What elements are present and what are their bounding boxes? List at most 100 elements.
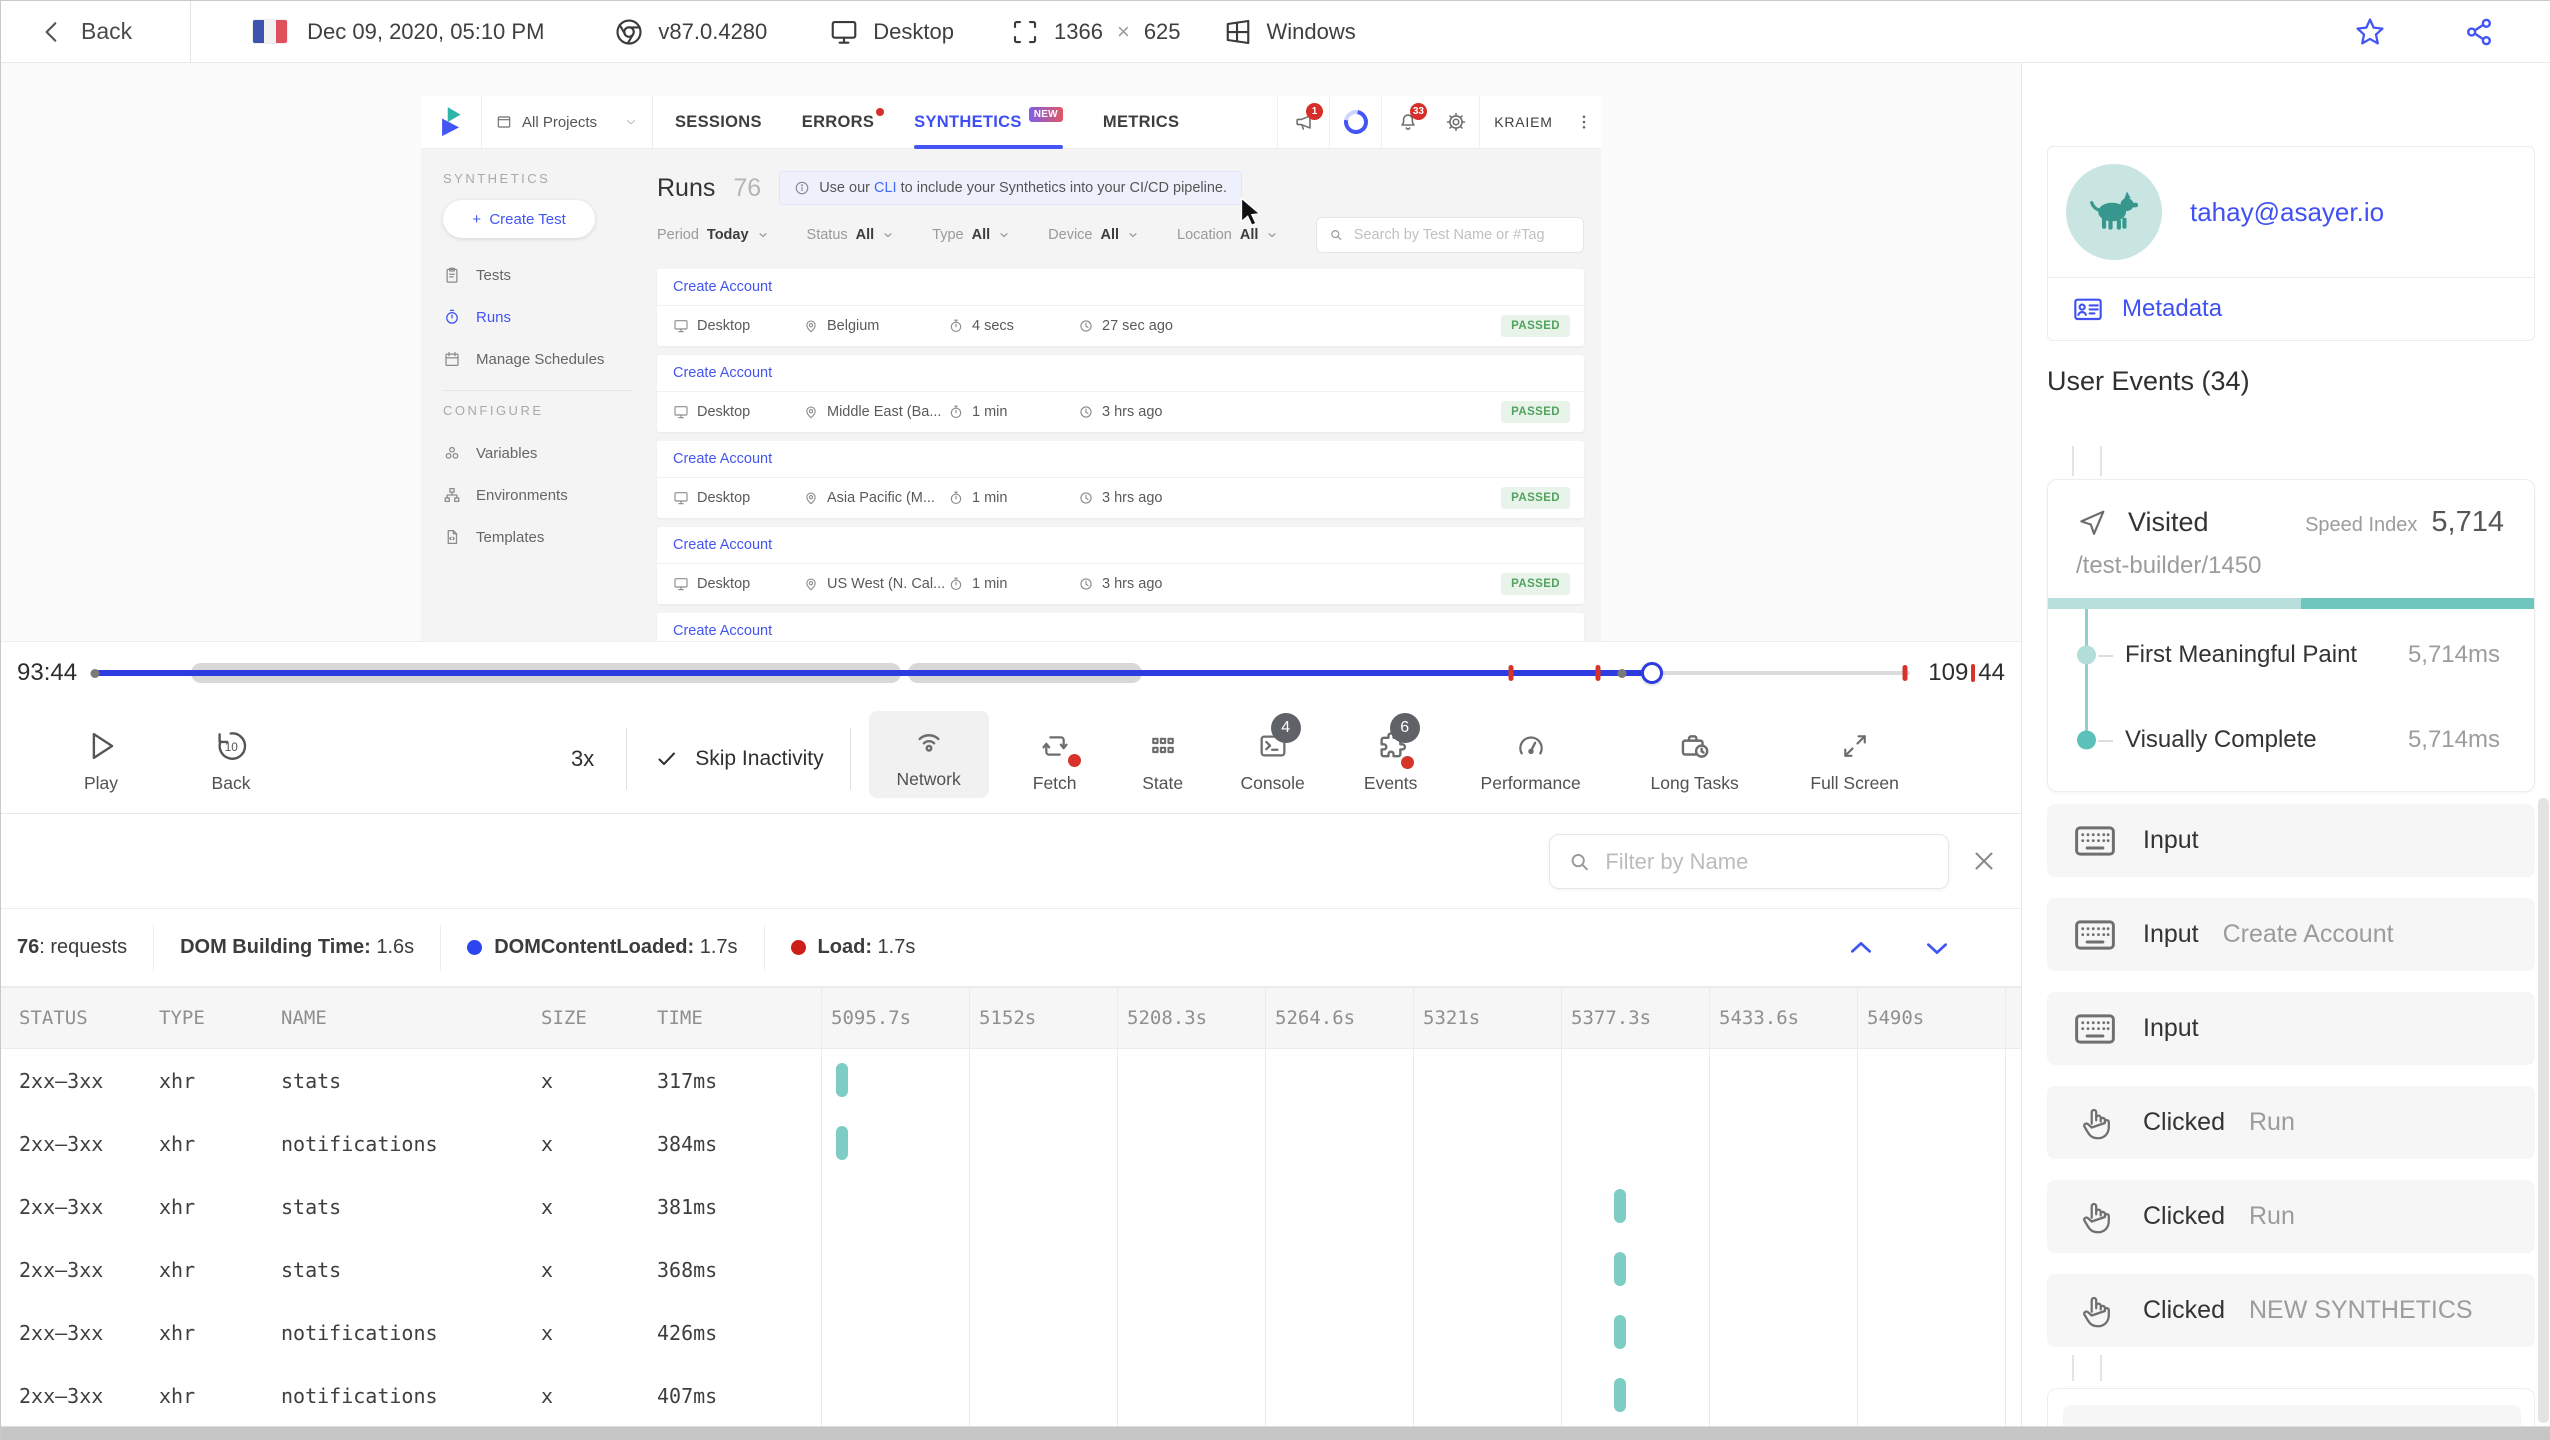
next-request-button[interactable] (1921, 932, 1953, 964)
briefcase-clock-icon (1681, 735, 1709, 758)
back-button[interactable]: Back (39, 18, 132, 45)
filter-dropdown[interactable]: Period Today (657, 227, 769, 243)
id-card-icon (2074, 298, 2102, 321)
filter-by-name-input[interactable] (1605, 848, 1930, 875)
player-section: 93:44 109 44 Play 10 Back 3x Skip Inactiv… (1, 641, 2021, 813)
playhead-knob[interactable] (1641, 662, 1664, 684)
state-panel-button[interactable]: State (1123, 723, 1203, 794)
run-card[interactable]: Create Account Desktop Middle East (Ba..… (657, 355, 1584, 432)
user-event-card[interactable]: Input (2047, 992, 2535, 1065)
long-tasks-panel-button[interactable]: Long Tasks (1625, 723, 1765, 794)
divider (626, 727, 628, 790)
sidebar-scrollbar[interactable] (2538, 798, 2549, 1423)
user-event-card[interactable]: Input (2047, 804, 2535, 877)
app-nav-tab[interactable]: METRICS (1103, 96, 1179, 149)
user-email-link[interactable]: tahay@asayer.io (2190, 197, 2384, 228)
performance-panel-button[interactable]: Performance (1461, 723, 1601, 794)
filter-dropdown[interactable]: Status All (807, 227, 895, 243)
skip-inactivity-toggle[interactable]: Skip Inactivity (655, 747, 824, 771)
os-info: Windows (1223, 17, 1356, 47)
app-sidebar-item[interactable]: Variables (443, 432, 633, 474)
test-search-input[interactable] (1353, 227, 1571, 243)
filter-dropdown[interactable]: Type All (932, 227, 1010, 243)
network-request-row[interactable]: 2xx–3xx xhr notifications x 384ms (1, 1112, 2021, 1175)
replayed-app-screen: All Projects SESSIONS ERRORS SYNTHETICS NEW… (421, 96, 1601, 641)
user-menu[interactable]: KRAIEM (1479, 96, 1567, 149)
favorite-button[interactable] (2353, 15, 2387, 49)
request-timing-bar (1614, 1189, 1626, 1223)
horizontal-scrollbar[interactable] (1, 1426, 2550, 1440)
events-panel-button[interactable]: 6 Events (1351, 713, 1431, 794)
run-card[interactable]: Create Account Desktop Asia Pacific (M..… (657, 441, 1584, 518)
network-request-row[interactable]: 2xx–3xx xhr stats x 368ms (1, 1238, 2021, 1301)
project-selector[interactable]: All Projects (481, 96, 653, 149)
network-request-row[interactable]: 2xx–3xx xhr notifications x 426ms (1, 1301, 2021, 1364)
app-nav-tab[interactable]: SESSIONS (675, 96, 762, 149)
app-nav-right: 1 33 KRAIEM (1277, 96, 1601, 149)
app-sidebar-item[interactable]: Runs (443, 296, 633, 338)
events-count-badge: 6 (1389, 713, 1420, 743)
run-name-link[interactable]: Create Account (657, 527, 1584, 564)
notifications-button[interactable]: 33 (1381, 96, 1433, 149)
chevron-down-icon (627, 120, 635, 125)
user-event-card[interactable]: Clicked Run (2047, 1086, 2535, 1159)
app-sidebar-item[interactable]: Environments (443, 474, 633, 516)
network-request-row[interactable]: 2xx–3xx xhr stats x 317ms (1, 1049, 2021, 1112)
console-panel-button[interactable]: 4 Console (1233, 713, 1313, 794)
settings-button[interactable] (1433, 96, 1479, 149)
run-name-link[interactable]: Create Account (657, 613, 1584, 641)
timeline-progress (95, 670, 1653, 676)
announcements-button[interactable]: 1 (1277, 96, 1329, 149)
events-alert-dot (1400, 756, 1414, 769)
scrollbar-thumb[interactable] (1, 1427, 2550, 1440)
app-sidebar-item[interactable]: Tests (443, 254, 633, 296)
app-sidebar-item[interactable]: Manage Schedules (443, 338, 633, 380)
timeline-connector (2072, 1355, 2074, 1381)
device-info: Desktop (829, 17, 954, 47)
run-card[interactable]: Create Account Desktop US West (N. Cal..… (657, 527, 1584, 604)
network-panel-button[interactable]: Network (868, 711, 989, 798)
new-badge: NEW (1028, 106, 1063, 122)
app-search-box[interactable] (1316, 217, 1584, 253)
fetch-panel-button[interactable]: Fetch (1015, 723, 1095, 794)
run-name-link[interactable]: Create Account (657, 355, 1584, 392)
monitor-icon (831, 20, 857, 44)
user-event-card[interactable]: Clicked Run (2047, 1180, 2535, 1253)
metadata-button[interactable]: Metadata (2048, 278, 2534, 340)
calendar-icon (445, 351, 459, 367)
play-button[interactable]: Play (61, 723, 141, 794)
status-badge: PASSED (1501, 401, 1570, 423)
search-icon (1331, 230, 1342, 241)
column-header: NAME (281, 1007, 327, 1029)
speed-button[interactable]: 3x (571, 746, 594, 772)
user-event-card[interactable]: Clicked NEW SYNTHETICS (2047, 1274, 2535, 1347)
visited-event-card[interactable]: Visited Speed Index 5,714 /test-builder/… (2047, 479, 2535, 792)
more-menu[interactable] (1567, 96, 1601, 149)
network-filter-box[interactable] (1549, 834, 1949, 889)
user-event-card[interactable]: Input Create Account (2047, 898, 2535, 971)
create-test-button[interactable]: + Create Test (443, 200, 595, 238)
timeline-dot-marker (90, 669, 100, 678)
app-sidebar-item[interactable]: Templates (443, 516, 633, 558)
back-10s-button[interactable]: 10 Back (191, 723, 271, 794)
run-name-link[interactable]: Create Account (657, 441, 1584, 478)
app-nav-tab[interactable]: ERRORS (802, 96, 885, 149)
close-panel-button[interactable] (1969, 846, 1999, 876)
prev-request-button[interactable] (1845, 932, 1877, 964)
network-request-row[interactable]: 2xx–3xx xhr stats x 381ms (1, 1175, 2021, 1238)
next-event-group-card (2047, 1388, 2535, 1426)
filter-dropdown[interactable]: Device All (1048, 227, 1139, 243)
timeline-event-marker (1902, 665, 1908, 681)
run-name-link[interactable]: Create Account (657, 269, 1584, 306)
resolution-info: 1366 × 625 (1010, 17, 1181, 47)
timeline-track[interactable] (90, 660, 1911, 686)
filter-dropdown[interactable]: Location All (1177, 227, 1278, 243)
network-request-row[interactable]: 2xx–3xx xhr notifications x 407ms (1, 1364, 2021, 1427)
run-card[interactable]: Create Account Desktop (657, 613, 1584, 641)
share-button[interactable] (2463, 16, 2495, 48)
cli-link[interactable]: CLI (874, 180, 897, 196)
full-screen-button[interactable]: Full Screen (1785, 723, 1925, 794)
environments-icon (444, 487, 460, 503)
run-card[interactable]: Create Account Desktop Belgium 4 secs 27… (657, 269, 1584, 346)
app-nav-tab[interactable]: SYNTHETICS NEW (914, 96, 1063, 149)
